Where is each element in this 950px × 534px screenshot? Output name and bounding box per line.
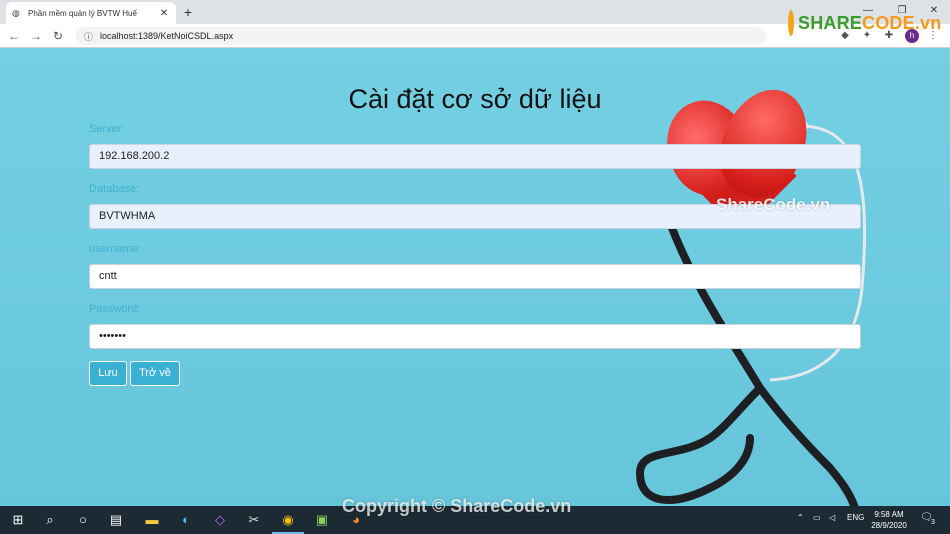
site-watermark: ShareCode.vn xyxy=(716,195,831,214)
image-viewer-icon[interactable]: ▣ xyxy=(312,510,332,530)
tools-icon[interactable]: ✂ xyxy=(244,510,264,530)
reload-button[interactable]: ↻ xyxy=(50,28,66,44)
username-label: username: xyxy=(89,243,141,255)
tab-title: Phần mềm quản lý BVTW Huế xyxy=(28,8,137,18)
password-input[interactable]: ••••••• xyxy=(89,324,861,349)
globe-icon: ◍ xyxy=(12,8,20,18)
copyright-watermark: Copyright © ShareCode.vn xyxy=(342,496,572,516)
page-content: Cài đặt cơ sở dữ liệu Server: 192.168.20… xyxy=(0,48,950,506)
info-icon[interactable]: ⓘ xyxy=(84,30,94,43)
search-icon[interactable]: ⌕ xyxy=(40,510,60,530)
url-text: localhost:1389/KetNoiCSDL.aspx xyxy=(100,31,234,41)
windows-start-icon[interactable]: ⊞ xyxy=(8,510,28,530)
visual-studio-icon[interactable]: ◇ xyxy=(210,510,230,530)
logo-text: SHARECODE.vn xyxy=(798,12,942,33)
edge-icon[interactable]: ◐ xyxy=(176,510,196,530)
back-to-previous-button[interactable]: Trở về xyxy=(130,361,180,386)
browser-tab[interactable]: ◍ Phần mềm quản lý BVTW Huế ✕ xyxy=(6,2,176,24)
close-tab-icon[interactable]: ✕ xyxy=(158,8,170,19)
chrome-icon[interactable]: ◉ xyxy=(278,510,298,530)
notification-count: 3 xyxy=(931,519,935,526)
username-input[interactable]: cntt xyxy=(89,264,861,289)
system-clock[interactable]: 9:58 AM 28/9/2020 xyxy=(866,509,912,531)
back-button[interactable]: ← xyxy=(6,28,22,44)
database-label: Database: xyxy=(89,183,140,195)
language-indicator[interactable]: ENG xyxy=(847,513,864,522)
file-explorer-icon[interactable]: ▬ xyxy=(142,510,162,530)
password-label: Password: xyxy=(89,303,141,315)
sharecode-logo: SHARECODE.vn xyxy=(788,8,942,38)
volume-icon[interactable]: ◁ xyxy=(829,513,835,522)
save-button[interactable]: Lưu xyxy=(89,361,127,386)
tray-chevron-icon[interactable]: ⌃ xyxy=(797,513,804,522)
forward-button[interactable]: → xyxy=(28,28,44,44)
new-tab-button[interactable]: + xyxy=(180,3,196,21)
cortana-icon[interactable]: ○ xyxy=(73,510,93,530)
clock-date: 28/9/2020 xyxy=(871,521,907,530)
page-title: Cài đặt cơ sở dữ liệu xyxy=(348,84,602,114)
network-icon[interactable]: ▭ xyxy=(813,513,821,522)
logo-mark-icon xyxy=(788,10,794,36)
server-input[interactable]: 192.168.200.2 xyxy=(89,144,861,169)
task-view-icon[interactable]: ▤ xyxy=(106,510,126,530)
url-bar[interactable]: ⓘ localhost:1389/KetNoiCSDL.aspx xyxy=(76,27,766,45)
server-label: Server: xyxy=(89,123,125,135)
clock-time: 9:58 AM xyxy=(874,510,904,519)
